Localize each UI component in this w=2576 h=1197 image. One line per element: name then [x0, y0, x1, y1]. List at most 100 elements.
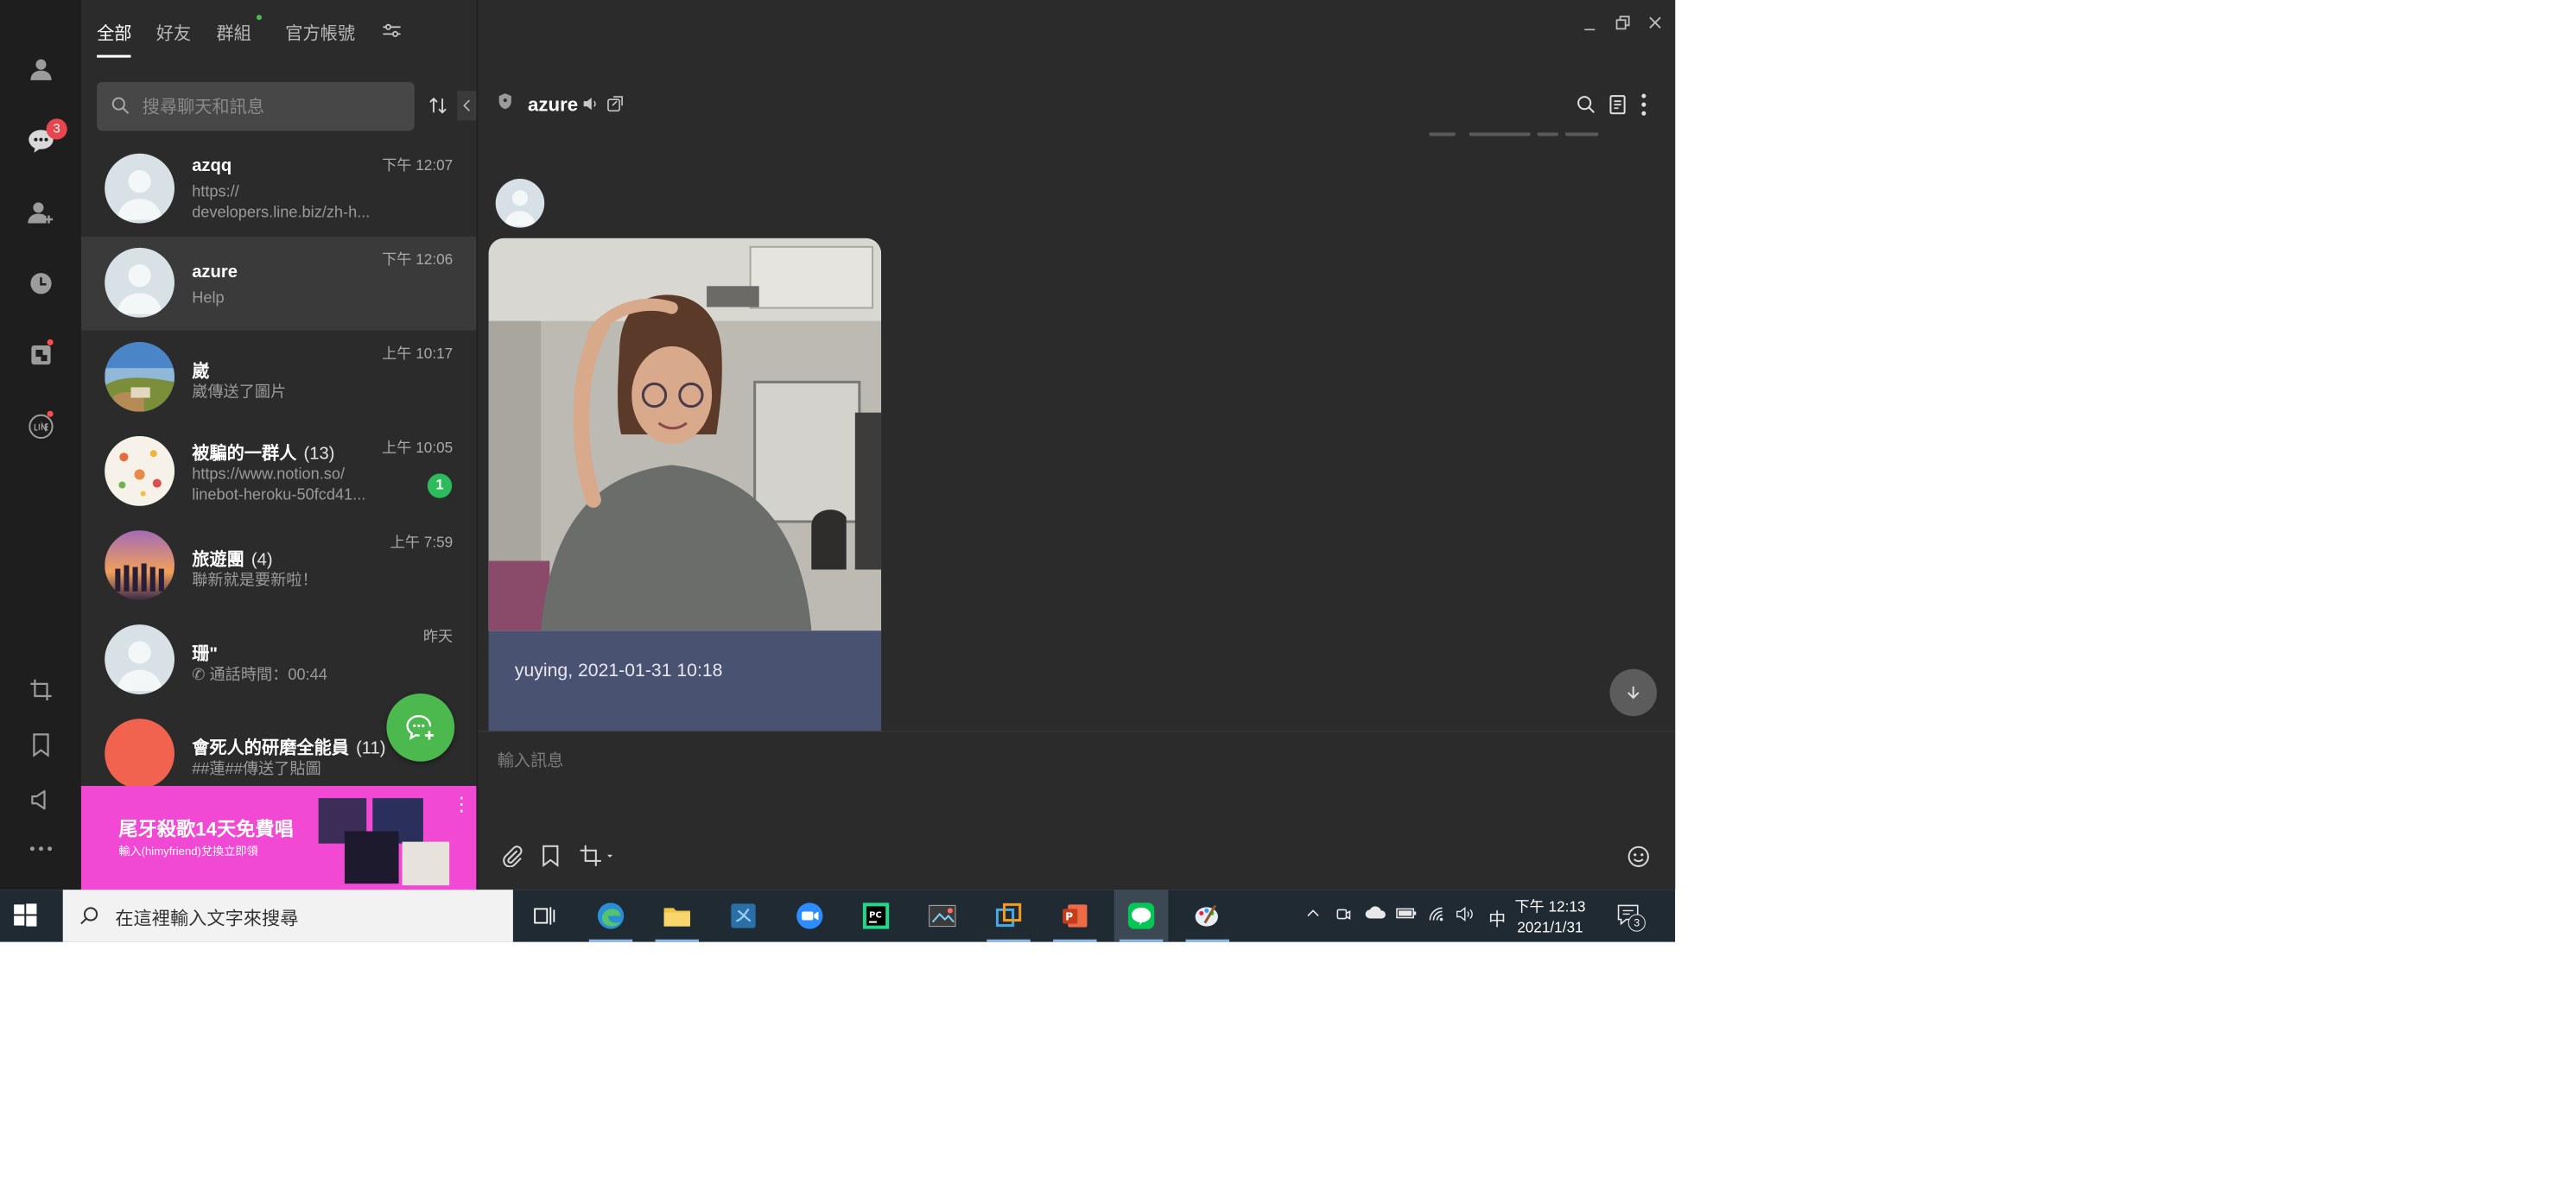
- sender-avatar[interactable]: [495, 179, 545, 228]
- openchat-icon[interactable]: [22, 337, 59, 373]
- windows-start-icon[interactable]: [12, 902, 38, 932]
- search-icon: [79, 905, 99, 930]
- more-options-icon[interactable]: [1640, 92, 1647, 121]
- ad-image: [318, 798, 450, 886]
- member-count: (11): [356, 738, 386, 758]
- chat-item-azqq[interactable]: azqq 下午 12:07 https:// developers.line.b…: [81, 142, 477, 237]
- avatar: [105, 719, 174, 789]
- ad-options-icon[interactable]: ⋮: [452, 795, 471, 814]
- pycharm-icon[interactable]: PC: [849, 890, 904, 942]
- search-icon: [111, 96, 130, 119]
- announcement-icon[interactable]: [22, 782, 59, 818]
- notification-count: 3: [1627, 914, 1646, 932]
- paint-icon[interactable]: [1181, 890, 1235, 942]
- attach-file-icon[interactable]: [501, 845, 523, 871]
- keep-save-icon[interactable]: [541, 845, 560, 871]
- chats-icon[interactable]: 3: [22, 118, 67, 158]
- line-services-dot: [47, 410, 54, 417]
- ad-banner[interactable]: 尾牙殺歌14天免費唱 輸入(himyfriend)兌換立即領 ⋮: [80, 786, 477, 890]
- file-explorer-icon[interactable]: [650, 890, 704, 942]
- chat-preview: 聯新就是要新啦！: [192, 571, 318, 589]
- chat-item-azure[interactable]: azure 下午 12:06 Help: [80, 236, 477, 331]
- message-photo[interactable]: [488, 238, 882, 631]
- avatar: [105, 624, 174, 694]
- ad-title: 尾牙殺歌14天免費唱: [118, 818, 294, 840]
- chat-item-wei[interactable]: 崴 上午 10:17 崴傳送了圖片: [81, 331, 477, 425]
- filter-settings-icon[interactable]: [382, 22, 401, 42]
- chat-item-group-13[interactable]: 被騙的一群人 (13) 上午 10:05 https://www.notion.s…: [81, 425, 477, 519]
- battery-icon[interactable]: [1395, 905, 1418, 925]
- line-services-icon[interactable]: [22, 408, 59, 445]
- chat-name: azure: [192, 263, 238, 282]
- speaker-icon[interactable]: [581, 94, 600, 117]
- collapse-panel-button[interactable]: [457, 91, 477, 121]
- add-friend-icon[interactable]: [22, 193, 59, 230]
- restore-icon[interactable]: [1615, 14, 1632, 35]
- member-count: (4): [251, 550, 273, 570]
- tab-all[interactable]: 全部: [97, 19, 131, 44]
- volume-icon[interactable]: [1456, 905, 1475, 927]
- chat-time: 上午 7:59: [390, 534, 454, 551]
- chat-preview: 崴傳送了圖片: [192, 383, 287, 401]
- wifi-icon[interactable]: [1427, 905, 1446, 927]
- taskbar-search-box[interactable]: 在這裡輸入文字來搜尋: [62, 890, 513, 942]
- member-count: (13): [303, 444, 335, 464]
- minimize-icon[interactable]: [1582, 17, 1597, 37]
- phone-icon: ✆: [192, 665, 210, 683]
- image-caption: yuying, 2021-01-31 10:18: [514, 660, 723, 681]
- vscode-alt-icon[interactable]: [716, 890, 771, 942]
- notification-center-icon[interactable]: 3: [1616, 902, 1646, 932]
- sort-button[interactable]: [423, 91, 453, 120]
- chat-time: 下午 12:06: [382, 250, 454, 269]
- search-box: [97, 81, 415, 131]
- notes-icon[interactable]: [1608, 94, 1627, 119]
- snipping-tool-icon[interactable]: [915, 890, 969, 942]
- task-view-icon[interactable]: [517, 890, 572, 942]
- keep-icon[interactable]: [22, 726, 59, 763]
- chat-name: 旅遊團 (4): [192, 550, 273, 570]
- meet-now-icon[interactable]: [1335, 905, 1352, 927]
- avatar: [105, 247, 174, 318]
- line-window: 3 全部 好友 群組 官方帳號 搜尋聊天和訊息 azqq 下午 12:07 ht…: [0, 0, 1676, 890]
- chat-preview: Help: [192, 288, 225, 307]
- taskbar-clock[interactable]: 下午 12:13 2021/1/31: [1514, 896, 1585, 938]
- powerpoint-icon[interactable]: P: [1048, 890, 1102, 942]
- chat-item-travel-group[interactable]: 旅遊團 (4) 上午 7:59 聯新就是要新啦！: [81, 519, 477, 613]
- chat-title: azure: [528, 93, 579, 116]
- emoji-icon[interactable]: [1627, 845, 1651, 873]
- chat-time: 昨天: [422, 628, 454, 645]
- chat-name: azqq: [192, 155, 232, 176]
- onedrive-icon[interactable]: [1364, 905, 1386, 925]
- close-icon[interactable]: [1646, 14, 1664, 35]
- show-hidden-icons-icon[interactable]: [1305, 905, 1321, 925]
- chat-name: 珊": [192, 644, 218, 664]
- friends-icon[interactable]: [22, 51, 59, 87]
- chat-time: 下午 12:07: [382, 156, 454, 174]
- image-message[interactable]: yuying, 2021-01-31 10:18: [488, 238, 882, 732]
- screenshot-icon[interactable]: [580, 845, 616, 871]
- message-input[interactable]: [495, 743, 1634, 780]
- more-icon[interactable]: [22, 831, 59, 867]
- chat-name: 崴: [192, 362, 210, 382]
- zoom-icon[interactable]: [783, 890, 837, 942]
- tab-friends[interactable]: 好友: [156, 19, 191, 44]
- edge-icon[interactable]: [584, 890, 638, 942]
- new-chat-button[interactable]: [386, 693, 455, 762]
- line-app-icon[interactable]: [1114, 890, 1169, 942]
- groups-dot: [256, 15, 262, 21]
- search-icon[interactable]: [1576, 94, 1596, 119]
- vmware-icon[interactable]: [981, 890, 1036, 942]
- scroll-to-bottom-button[interactable]: [1609, 668, 1657, 717]
- popout-icon[interactable]: [606, 94, 625, 117]
- crop-icon[interactable]: [22, 672, 59, 708]
- search-input[interactable]: [140, 94, 406, 121]
- history-icon[interactable]: [22, 265, 59, 301]
- clock-date: 2021/1/31: [1517, 919, 1583, 936]
- tab-groups[interactable]: 群組: [216, 19, 251, 44]
- taskbar: 在這裡輸入文字來搜尋 PC P 中 下午 12:13 2021/1/31 3: [0, 890, 1676, 942]
- chat-list-panel: 全部 好友 群組 官方帳號 azqq: [80, 0, 477, 890]
- chat-preview: https://www.notion.so/ linebot-heroku-50…: [192, 465, 366, 504]
- avatar: [105, 153, 174, 224]
- input-method-indicator[interactable]: 中: [1488, 905, 1506, 930]
- tab-official[interactable]: 官方帳號: [285, 19, 355, 44]
